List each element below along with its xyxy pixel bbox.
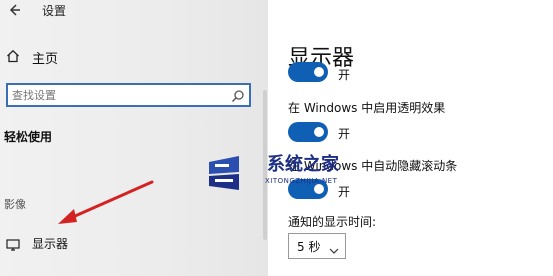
monitor-icon[interactable]: [6, 236, 20, 251]
red-arrow-annotation: [58, 180, 154, 224]
search-icon[interactable]: [231, 88, 245, 103]
watermark-title: 系统之家: [267, 154, 339, 175]
section-title: 轻松使用: [4, 130, 53, 144]
notification-time-label: 通知的显示时间:: [288, 215, 377, 229]
search-input[interactable]: [12, 86, 222, 104]
search-box[interactable]: [6, 83, 251, 107]
transparency-label: 在 Windows 中启用透明效果: [288, 101, 446, 115]
app-title: 设置: [42, 4, 67, 18]
chevron-down-icon: [329, 241, 339, 254]
sidebar-item-home[interactable]: 主页: [32, 48, 58, 67]
transparency-toggle[interactable]: [288, 122, 328, 142]
notification-time-dropdown[interactable]: 5 秒: [288, 233, 346, 259]
settings-sidebar: 设置 主页 轻松使用 影像 显示器: [0, 0, 268, 276]
group-title: 影像: [4, 198, 26, 211]
transparency-toggle-state: 开: [338, 127, 351, 141]
watermark: 系统之家 XITONGZHIJIA.NET: [203, 150, 465, 196]
notification-time-value: 5 秒: [297, 240, 321, 254]
back-arrow-icon[interactable]: [6, 2, 22, 18]
watermark-logo: [209, 156, 239, 190]
previous-toggle[interactable]: [288, 62, 328, 82]
home-icon[interactable]: [6, 48, 20, 63]
toggle-knob: [314, 127, 324, 137]
toggle-knob: [314, 67, 324, 77]
watermark-subtitle: XITONGZHIJIA.NET: [265, 177, 338, 185]
sidebar-item-display[interactable]: 显示器: [32, 235, 68, 252]
previous-toggle-state: 开: [338, 68, 351, 82]
display-settings-panel: 显示器 开 在 Windows 中启用透明效果 开 在 Windows 中自动隐…: [268, 0, 553, 276]
